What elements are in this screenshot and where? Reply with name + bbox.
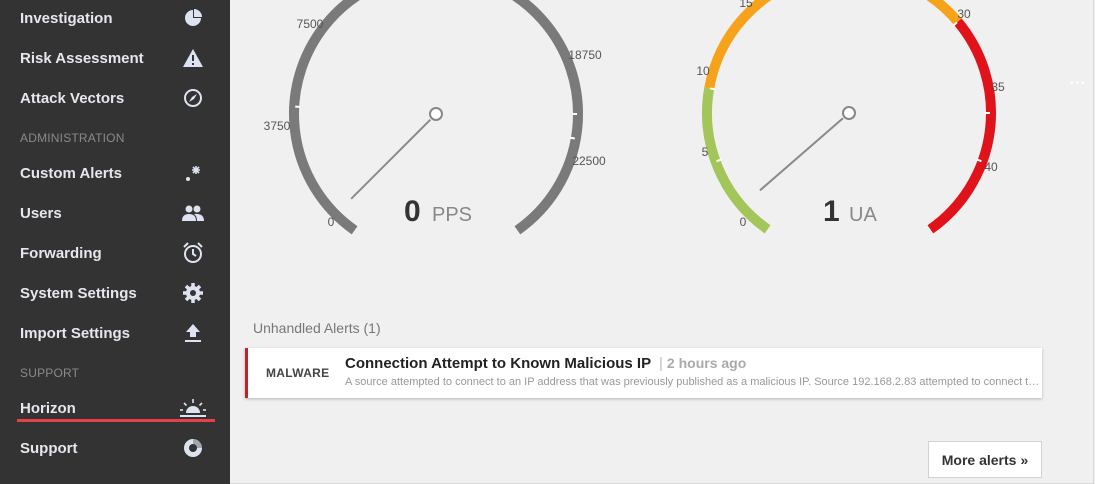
sidebar-item-risk-assessment[interactable]: Risk Assessment <box>0 38 230 78</box>
sidebar-item-support[interactable]: Support <box>0 428 230 468</box>
alert-description: A source attempted to connect to an IP a… <box>345 376 1041 388</box>
warning-icon <box>180 45 206 71</box>
section-label-administration: ADMINISTRATION <box>20 131 125 145</box>
more-alerts-label: More alerts <box>941 451 1017 468</box>
gauge-ua-tick-label: 5 <box>702 145 709 159</box>
custom-alert-icon <box>180 160 206 186</box>
alert-title-line: Connection Attempt to Known Malicious IP… <box>345 355 746 372</box>
gauge-pps-needle <box>350 118 432 200</box>
gauge-pps-unit: PPS <box>432 204 473 226</box>
alert-title: Connection Attempt to Known Malicious IP <box>345 355 651 372</box>
sidebar-item-label: Investigation <box>20 9 113 27</box>
pie-chart-icon <box>180 5 206 31</box>
gauge-pps-tick-label: 3750 <box>264 119 291 133</box>
more-options-icon[interactable]: ••• <box>1070 78 1087 89</box>
support-icon <box>180 435 206 461</box>
sidebar-item-attack-vectors[interactable]: Attack Vectors <box>0 78 230 118</box>
sidebar-item-label: Attack Vectors <box>20 89 125 107</box>
alert-separator: | <box>659 355 663 372</box>
gauge-pps: 0 3750 7500 18750 22500 <box>264 0 606 235</box>
gear-icon <box>180 280 206 306</box>
gauge-ua-tick-label: 40 <box>984 160 998 174</box>
sidebar-item-system-settings[interactable]: System Settings <box>0 273 230 313</box>
unhandled-alerts-title: Unhandled Alerts (1) <box>253 320 381 336</box>
gauge-ua-tick-mark <box>709 87 716 91</box>
sidebar-item-label: Custom Alerts <box>20 164 122 182</box>
upload-icon <box>180 320 206 346</box>
alert-type-badge: MALWARE <box>266 366 330 380</box>
gauge-ua-tick-label: 10 <box>696 64 710 78</box>
gauge-ua-arc-red <box>927 18 996 234</box>
alarm-clock-icon <box>180 240 206 266</box>
sidebar-item-horizon[interactable]: Horizon <box>0 388 230 428</box>
sidebar-item-label: System Settings <box>20 284 137 302</box>
sidebar-item-forwarding[interactable]: Forwarding <box>0 233 230 273</box>
gauge-ua-tick-label: 15 <box>739 0 753 10</box>
compass-icon <box>180 85 206 111</box>
alert-time: 2 hours ago <box>666 355 747 371</box>
gauge-pps-tick-mark <box>569 136 576 140</box>
sidebar-item-label: Users <box>20 204 62 222</box>
dashboard-main: 0 3750 7500 18750 22500 0 5 10 15 30 35 … <box>230 0 1094 484</box>
gauge-pps-tick-label: 22500 <box>572 154 606 168</box>
gauge-pps-value: 0 <box>404 195 421 228</box>
alert-item[interactable]: MALWARE Connection Attempt to Known Mali… <box>245 348 1042 398</box>
gauge-ua-tick-label: 35 <box>991 80 1005 94</box>
sidebar-item-import-settings[interactable]: Import Settings <box>0 313 230 353</box>
gauges-canvas: 0 3750 7500 18750 22500 0 5 10 15 30 35 … <box>264 0 1005 235</box>
gauge-pps-tick-label: 18750 <box>568 48 602 62</box>
sidebar-item-label: Forwarding <box>20 244 102 262</box>
horizon-icon <box>178 395 208 421</box>
gauge-ua-value: 1 <box>823 195 840 228</box>
sidebar-item-label: Horizon <box>20 399 76 417</box>
gauge-ua-arc-orange <box>926 0 962 25</box>
sidebar-item-investigation[interactable]: Investigation <box>0 0 230 38</box>
gauge-pps-tick-label: 0 <box>328 215 335 229</box>
gauge-ua-arc-orange <box>704 0 772 90</box>
double-chevron-right-icon: » <box>1020 451 1029 468</box>
gauge-ua-tick-label: 0 <box>740 215 747 229</box>
users-icon <box>180 200 206 226</box>
gauge-ua: 0 5 10 15 30 35 40 <box>696 0 1005 234</box>
sidebar-item-custom-alerts[interactable]: Custom Alerts <box>0 153 230 193</box>
sidebar: Investigation Risk Assessment Attack Vec… <box>0 0 230 484</box>
gauge-pps-tick-label: 7500 <box>297 17 324 31</box>
gauge-ua-unit: UA <box>849 204 877 226</box>
active-item-indicator <box>17 419 215 422</box>
sidebar-item-label: Support <box>20 439 78 457</box>
gauge-ua-tick-label: 30 <box>957 7 971 21</box>
sidebar-item-label: Import Settings <box>20 324 131 342</box>
section-label-support: SUPPORT <box>20 366 80 380</box>
gauge-ua-needle <box>759 117 844 192</box>
gauge-ua-arc-green <box>702 87 771 234</box>
sidebar-item-users[interactable]: Users <box>0 193 230 233</box>
gauge-ua-tick-marks <box>709 21 990 163</box>
gauge-ua-pivot <box>842 106 856 120</box>
more-alerts-button[interactable]: More alerts » <box>928 441 1042 478</box>
gauge-pps-pivot <box>429 107 443 121</box>
sidebar-item-label: Risk Assessment <box>20 49 144 67</box>
